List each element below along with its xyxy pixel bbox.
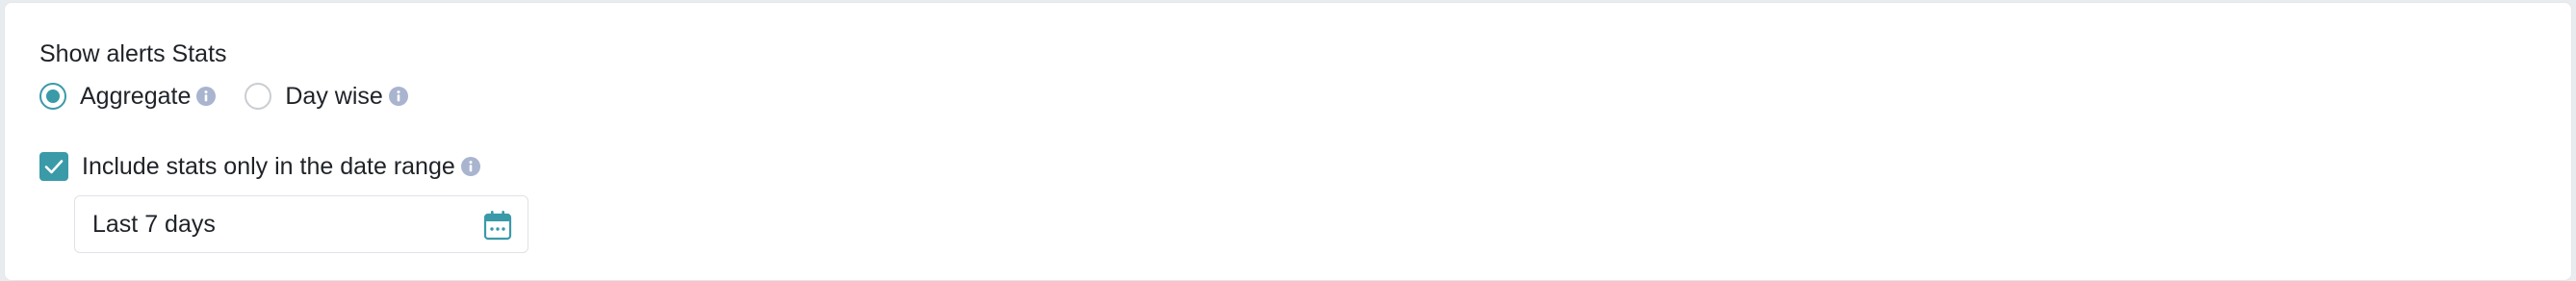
checkmark-icon (44, 160, 64, 174)
date-range-checkbox[interactable] (39, 152, 68, 181)
day-wise-radio[interactable] (245, 83, 272, 110)
date-range-toggle[interactable]: Include stats only in the date range (39, 150, 480, 183)
stats-mode-radio-group: Aggregate Day wise (39, 80, 408, 113)
aggregate-label: Aggregate (80, 82, 192, 110)
day-wise-option[interactable]: Day wise (245, 82, 408, 111)
date-range-label: Include stats only in the date range (82, 152, 455, 180)
calendar-icon[interactable] (483, 210, 512, 241)
day-wise-label: Day wise (285, 82, 383, 110)
info-icon[interactable] (196, 87, 217, 106)
date-range-value: Last 7 days (92, 211, 216, 238)
info-icon[interactable] (460, 157, 480, 176)
aggregate-option[interactable]: Aggregate (39, 82, 217, 111)
radio-selected-dot (46, 89, 60, 103)
info-icon[interactable] (388, 87, 408, 106)
aggregate-radio[interactable] (39, 83, 66, 110)
date-range-picker[interactable]: Last 7 days (74, 195, 528, 253)
section-title: Show alerts Stats (39, 40, 227, 67)
alerts-stats-panel: Show alerts Stats Aggregate Day wise Inc… (4, 2, 2572, 281)
